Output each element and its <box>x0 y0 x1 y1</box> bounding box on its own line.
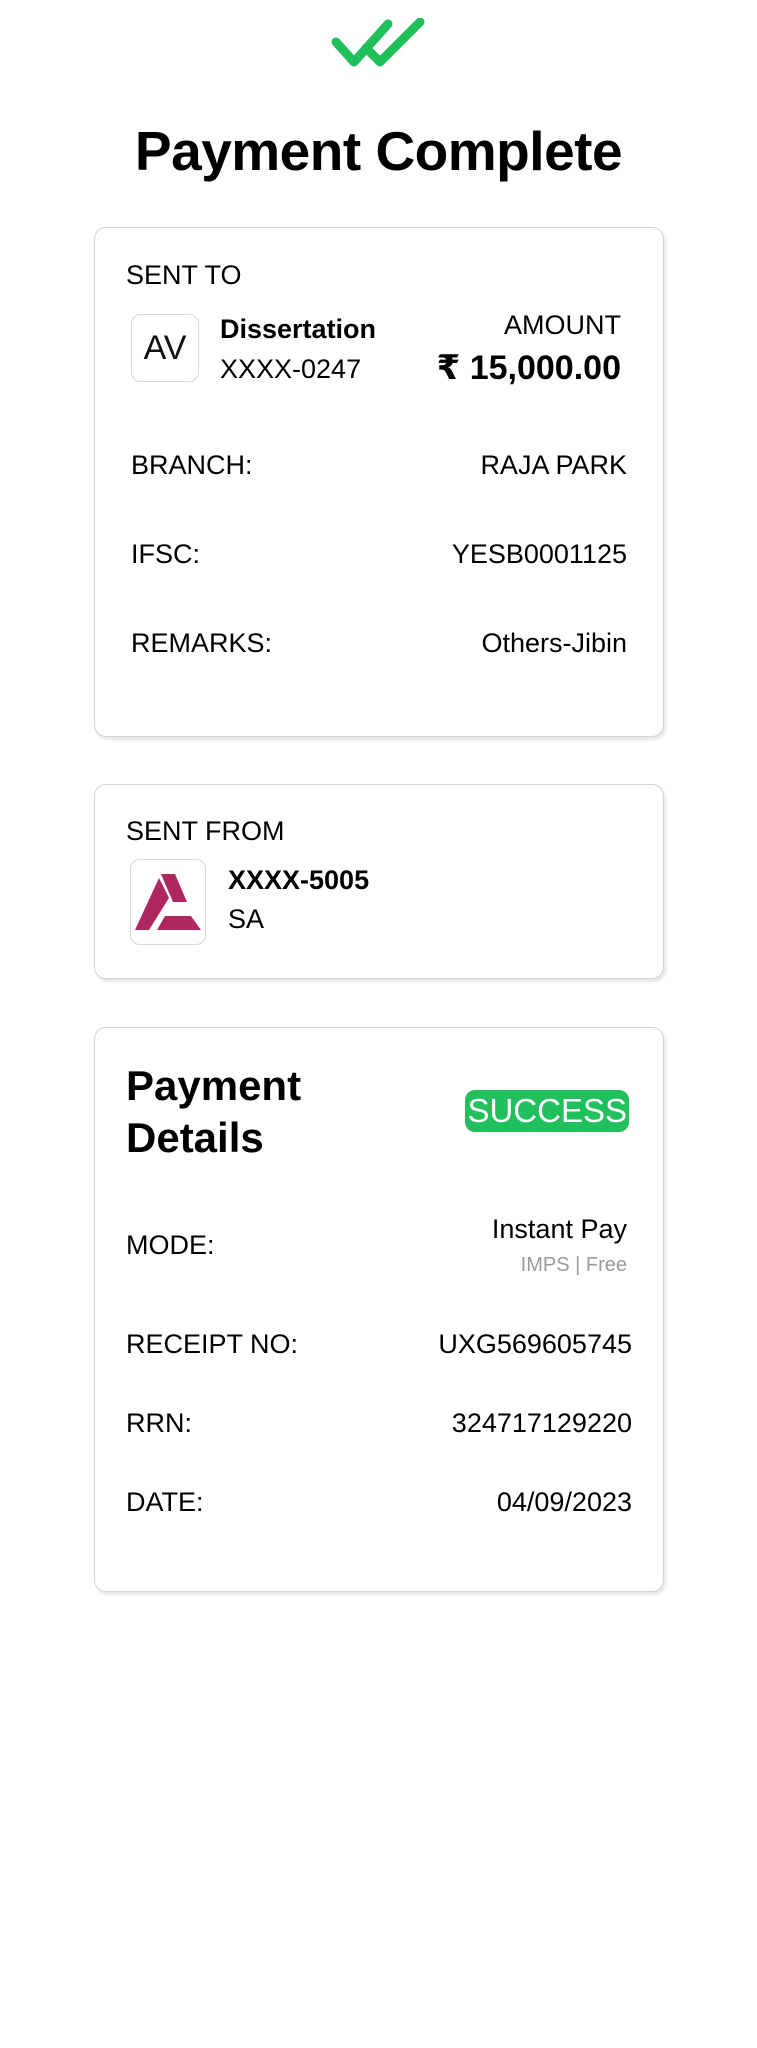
payment-details-title-line1: Payment <box>126 1062 302 1109</box>
status-badge: SUCCESS <box>465 1090 629 1132</box>
ifsc-value: YESB0001125 <box>451 539 627 569</box>
recipient-account: XXXX-0247 <box>220 354 362 384</box>
sender-account: XXXX-5005 <box>228 865 370 895</box>
branch-value: RAJA PARK <box>480 450 627 480</box>
payment-details-title-line2: Details <box>126 1114 264 1161</box>
mode-value: Instant Pay <box>491 1214 627 1244</box>
sent-to-heading: SENT TO <box>126 260 242 290</box>
date-label: DATE: <box>126 1487 204 1517</box>
sent-from-card: SENT FROM XXXX-5005 SA <box>94 784 664 979</box>
double-check-icon <box>331 18 425 67</box>
mode-subtext: IMPS | Free <box>520 1254 627 1276</box>
branch-label: BRANCH: <box>131 450 253 480</box>
remarks-label: REMARKS: <box>131 628 273 658</box>
remarks-value: Others-Jibin <box>481 628 627 658</box>
date-value: 04/09/2023 <box>496 1487 632 1517</box>
ifsc-label: IFSC: <box>131 539 201 569</box>
rrn-label: RRN: <box>126 1408 192 1438</box>
rrn-value: 324717129220 <box>451 1408 632 1438</box>
axis-logo-icon <box>135 874 201 930</box>
mode-label: MODE: <box>126 1230 215 1260</box>
amount-value: ₹ 15,000.00 <box>436 349 621 387</box>
amount-label: AMOUNT <box>504 310 621 340</box>
receipt-no-label: RECEIPT NO: <box>126 1329 299 1359</box>
recipient-avatar: AV <box>131 314 199 382</box>
recipient-name: Dissertation <box>220 314 377 344</box>
sent-to-card: SENT TO AV Dissertation XXXX-0247 AMOUNT… <box>94 227 664 737</box>
sent-from-heading: SENT FROM <box>126 816 285 846</box>
sender-account-type: SA <box>228 904 265 934</box>
receipt-no-value: UXG569605745 <box>438 1329 632 1359</box>
payment-details-card: Payment Details SUCCESS MODE: Instant Pa… <box>94 1027 664 1592</box>
axis-bank-logo <box>130 859 206 945</box>
page-title: Payment Complete <box>134 120 623 182</box>
